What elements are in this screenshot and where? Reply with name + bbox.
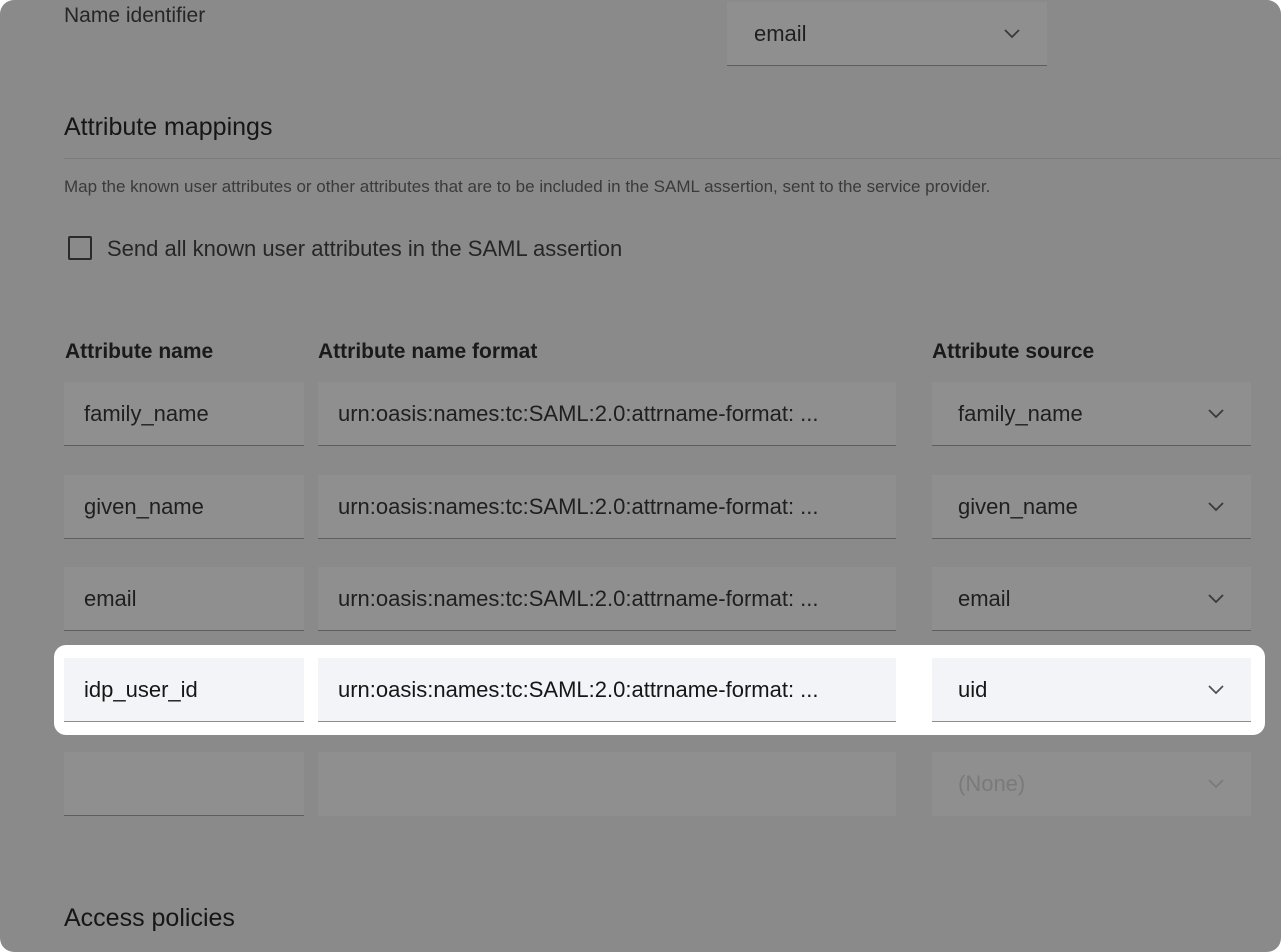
column-header-format: Attribute name format (318, 340, 538, 363)
attribute-source-select[interactable]: (None) (932, 752, 1251, 816)
access-policies-title: Access policies (64, 904, 235, 932)
section-divider (64, 158, 1281, 159)
attribute-source-value: email (958, 585, 1011, 611)
attribute-format-value: urn:oasis:names:tc:SAML:2.0:attrname-for… (338, 585, 819, 611)
chevron-down-icon (1208, 684, 1224, 694)
name-identifier-value: email (754, 20, 807, 46)
attribute-name-value: idp_user_id (84, 676, 198, 702)
attribute-source-value: given_name (958, 493, 1078, 519)
attribute-source-select[interactable]: uid (932, 658, 1251, 722)
attribute-name-input[interactable]: idp_user_id (64, 658, 304, 722)
name-identifier-label: Name identifier (64, 4, 206, 27)
chevron-down-icon (1208, 501, 1224, 511)
attribute-name-input[interactable]: email (64, 567, 304, 631)
attribute-format-input[interactable]: urn:oasis:names:tc:SAML:2.0:attrname-for… (318, 567, 896, 631)
chevron-down-icon (1208, 408, 1224, 418)
attribute-source-select[interactable]: given_name (932, 475, 1251, 539)
column-header-source: Attribute source (932, 340, 1095, 363)
attribute-format-value: urn:oasis:names:tc:SAML:2.0:attrname-for… (338, 493, 819, 519)
attribute-mappings-description: Map the known user attributes or other a… (64, 177, 991, 196)
attribute-format-input[interactable]: urn:oasis:names:tc:SAML:2.0:attrname-for… (318, 475, 896, 539)
send-all-checkbox[interactable] (68, 236, 92, 260)
attribute-name-value: email (84, 585, 137, 611)
chevron-down-icon (1208, 593, 1224, 603)
attribute-name-input[interactable] (64, 752, 304, 816)
attribute-name-input[interactable]: given_name (64, 475, 304, 539)
chevron-down-icon (1208, 779, 1224, 789)
attribute-source-value: (None) (958, 771, 1026, 796)
attribute-name-value: family_name (84, 400, 209, 426)
attribute-name-value: given_name (84, 493, 204, 519)
send-all-label[interactable]: Send all known user attributes in the SA… (107, 236, 622, 262)
name-identifier-select[interactable]: email (727, 2, 1047, 66)
column-header-name: Attribute name (65, 340, 214, 363)
attribute-source-select[interactable]: email (932, 567, 1251, 631)
chevron-down-icon (1004, 28, 1020, 38)
attribute-mappings-title: Attribute mappings (64, 113, 273, 141)
attribute-source-select[interactable]: family_name (932, 382, 1251, 446)
dimmed-page: Name identifier email Attribute mappings… (0, 0, 1281, 952)
attribute-name-input[interactable]: family_name (64, 382, 304, 446)
attribute-source-value: family_name (958, 400, 1083, 426)
attribute-format-value: urn:oasis:names:tc:SAML:2.0:attrname-for… (338, 676, 819, 702)
attribute-format-input[interactable] (318, 752, 896, 816)
attribute-source-value: uid (958, 676, 988, 702)
attribute-format-input[interactable]: urn:oasis:names:tc:SAML:2.0:attrname-for… (318, 658, 896, 722)
attribute-format-input[interactable]: urn:oasis:names:tc:SAML:2.0:attrname-for… (318, 382, 896, 446)
attribute-format-value: urn:oasis:names:tc:SAML:2.0:attrname-for… (338, 400, 819, 426)
